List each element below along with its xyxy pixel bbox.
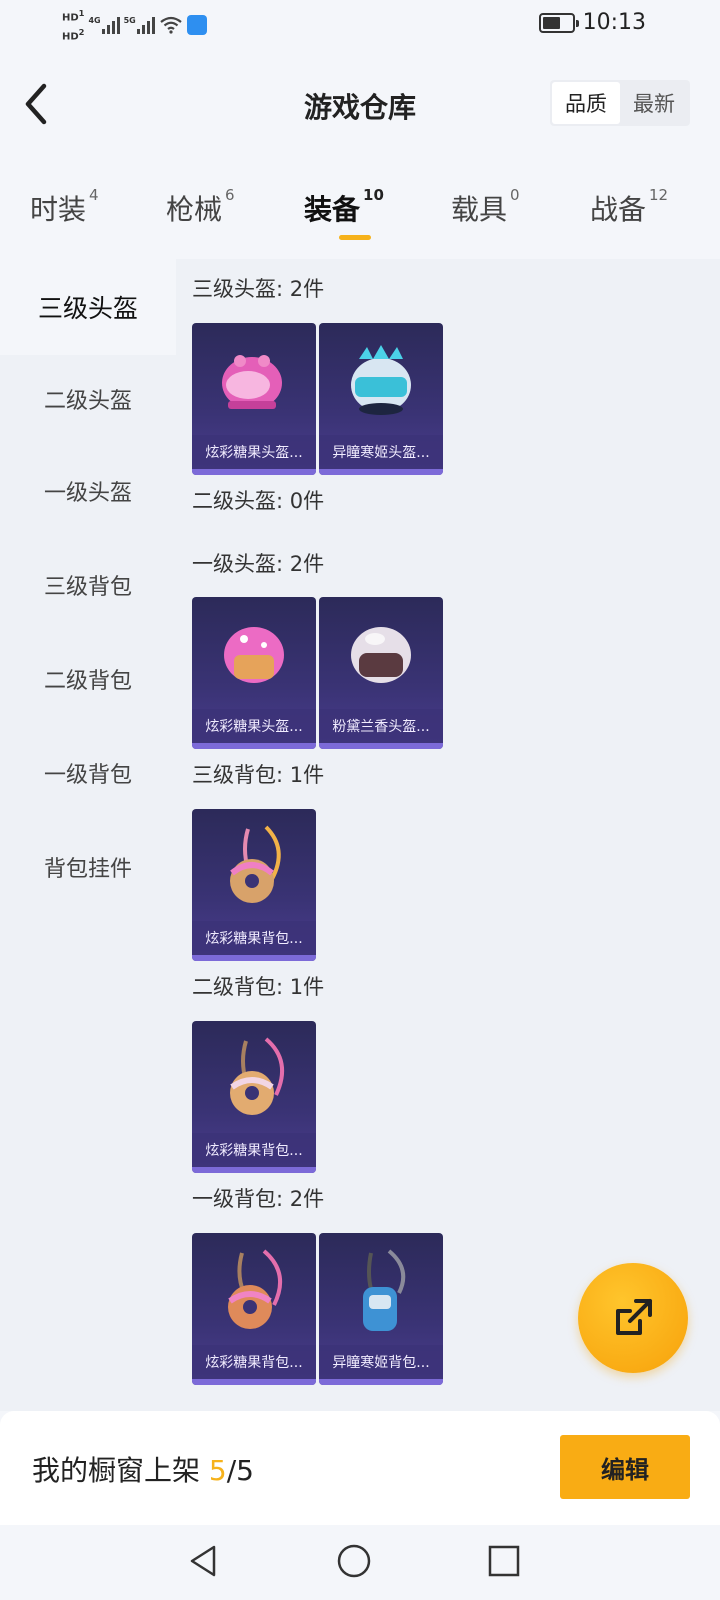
status-right: 10:13 (538, 10, 646, 35)
sidebar-item-level3-backpack[interactable]: 三级背包 (0, 537, 176, 633)
tab-count: 0 (510, 186, 520, 204)
item-card[interactable]: 炫彩糖果背包... (192, 1021, 316, 1173)
item-name: 炫彩糖果头盔... (192, 435, 316, 469)
item-name: 炫彩糖果背包... (192, 1133, 316, 1167)
pink-candy-helmet-icon (224, 627, 284, 683)
tab-label: 时装 (30, 193, 87, 226)
showcase-status: 我的橱窗上架 5/5 (32, 1449, 254, 1489)
signal-1: 4G (88, 16, 120, 35)
tab-label: 载具 (451, 193, 508, 226)
showcase-total-count: /5 (226, 1454, 254, 1487)
item-name: 炫彩糖果背包... (192, 921, 316, 955)
item-card[interactable]: 粉黛兰香头盔... (319, 597, 443, 749)
sidebar-item-level2-helmet[interactable]: 二级头盔 (0, 351, 176, 447)
share-button[interactable] (578, 1263, 688, 1373)
tab-count: 12 (649, 186, 669, 204)
showcase-label: 我的橱窗上架 (32, 1454, 209, 1487)
showcase-current-count: 5 (208, 1454, 227, 1487)
group-title: 二级背包: 1件 (192, 975, 325, 999)
item-card[interactable]: 炫彩糖果背包... (192, 1233, 316, 1385)
ice-princess-helmet-icon (351, 345, 411, 415)
group-title: 三级头盔: 2件 (192, 277, 325, 301)
tab-fashion[interactable]: 时装 4 (30, 186, 99, 228)
sort-toggle: 品质 最新 (550, 80, 690, 126)
item-name: 异瞳寒姬背包... (319, 1345, 443, 1379)
status-bar: HD1 HD2 4G 5G 10:13 (0, 0, 720, 48)
item-card[interactable]: 异瞳寒姬背包... (319, 1233, 443, 1385)
tab-vehicles[interactable]: 载具 0 (451, 186, 520, 228)
sidebar-item-level1-backpack[interactable]: 一级背包 (0, 725, 176, 821)
item-card[interactable]: 炫彩糖果背包... (192, 809, 316, 961)
system-navigation-bar (0, 1525, 720, 1600)
header: 游戏仓库 品质 最新 (0, 62, 720, 148)
group-title: 二级头盔: 0件 (192, 489, 325, 513)
nav-home-icon[interactable] (334, 1541, 374, 1581)
sidebar-item-level1-helmet[interactable]: 一级头盔 (0, 443, 176, 539)
item-list: 三级头盔: 2件 炫彩糖果头盔... 异瞳寒姬头盔... 二级头盔: 0件 一级… (176, 259, 720, 1411)
tab-equipment[interactable]: 装备 10 (304, 186, 384, 228)
app-notification-icon (186, 15, 207, 36)
hd2-label: HD (62, 31, 79, 43)
clock: 10:13 (582, 10, 646, 35)
tab-supplies[interactable]: 战备 12 (590, 186, 669, 228)
group-title: 三级背包: 1件 (192, 763, 325, 787)
pearl-helmet-icon (351, 627, 411, 683)
wifi-icon (160, 17, 182, 34)
nav-back-icon[interactable] (184, 1541, 224, 1581)
tab-firearms[interactable]: 枪械 6 (166, 186, 235, 228)
item-name: 炫彩糖果头盔... (192, 709, 316, 743)
sidebar-item-level2-backpack[interactable]: 二级背包 (0, 631, 176, 727)
tab-label: 战备 (590, 193, 647, 226)
hd1-label: HD (62, 12, 79, 24)
tab-count: 4 (89, 186, 99, 204)
signal-bars-icon (101, 16, 120, 35)
showcase-bar: 我的橱窗上架 5/5 编辑 (0, 1411, 720, 1525)
share-external-icon (616, 1299, 652, 1335)
edit-button[interactable]: 编辑 (560, 1435, 690, 1499)
signal-bars-icon (136, 16, 155, 35)
sort-quality-button[interactable]: 品质 (552, 82, 620, 124)
item-name: 粉黛兰香头盔... (319, 709, 443, 743)
donut-backpack-icon (228, 1249, 282, 1329)
group-title: 一级背包: 2件 (192, 1187, 325, 1211)
item-name: 异瞳寒姬头盔... (319, 435, 443, 469)
net2-label: 5G (123, 16, 136, 26)
tab-count: 10 (363, 186, 384, 204)
group-title: 一级头盔: 2件 (192, 552, 325, 576)
hd1-sub: 1 (78, 8, 85, 18)
sort-latest-button[interactable]: 最新 (620, 82, 688, 124)
item-card[interactable]: 异瞳寒姬头盔... (319, 323, 443, 475)
donut-backpack-icon (230, 825, 281, 903)
pink-candy-helmet-icon (222, 355, 282, 409)
battery-icon (538, 12, 579, 33)
nav-recents-icon[interactable] (484, 1541, 524, 1581)
signal-2: 5G (123, 16, 155, 35)
ice-princess-backpack-icon (363, 1249, 406, 1331)
donut-backpack-icon (230, 1037, 284, 1115)
status-left: HD1 HD2 4G 5G (62, 6, 207, 45)
active-tab-indicator (339, 235, 371, 240)
net1-label: 4G (88, 16, 101, 26)
hd2-sub: 2 (78, 27, 85, 38)
item-card[interactable]: 炫彩糖果头盔... (192, 323, 316, 475)
sidebar-item-backpack-charm[interactable]: 背包挂件 (0, 819, 176, 915)
sidebar-item-level3-helmet[interactable]: 三级头盔 (0, 259, 176, 355)
hd-indicators: HD1 HD2 (62, 6, 84, 45)
subcategory-sidebar: 三级头盔 二级头盔 一级头盔 三级背包 二级背包 一级背包 背包挂件 (0, 259, 176, 1411)
tab-label: 枪械 (166, 193, 223, 226)
item-card[interactable]: 炫彩糖果头盔... (192, 597, 316, 749)
tab-label: 装备 (304, 193, 361, 226)
tab-count: 6 (225, 186, 235, 204)
item-name: 炫彩糖果背包... (192, 1345, 316, 1379)
